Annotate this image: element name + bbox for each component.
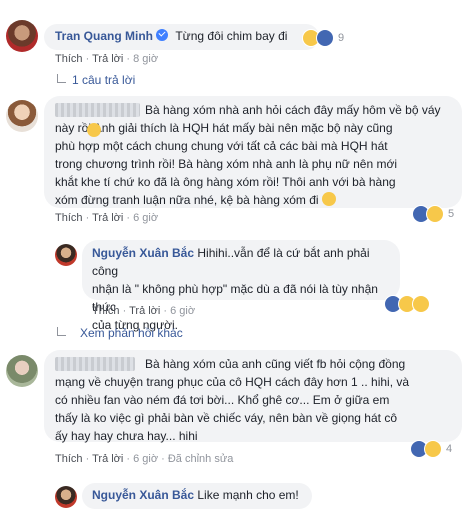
comment-actions: Thích · Trả lời · 8 giờ (55, 53, 159, 65)
reactions[interactable] (384, 295, 430, 313)
reaction-count: 5 (448, 208, 455, 220)
reactions[interactable]: 5 (412, 205, 454, 223)
reply-actions: Thích · Trả lời · 6 giờ (92, 305, 196, 317)
reply-link[interactable]: Trả lời (92, 453, 123, 465)
timestamp[interactable]: 6 giờ (133, 453, 158, 465)
like-link[interactable]: Thích (92, 305, 120, 317)
like-link[interactable]: Thích (55, 453, 83, 465)
like-reaction-icon (316, 29, 334, 47)
comment-text: Bà hàng xóm nhà anh hỏi cách đây mấy hôm… (55, 103, 441, 207)
author-name[interactable]: Nguyễn Xuân Bắc (92, 246, 194, 260)
reactions[interactable]: 9 (302, 29, 344, 47)
timestamp[interactable]: 6 giờ (133, 212, 158, 224)
reply-text: Nguyễn Xuân Bắc Like mạnh cho em! (92, 488, 299, 502)
reply-link[interactable]: Trả lời (92, 53, 123, 65)
comment-header: Tran Quang Minh Từng đôi chim bay đi (55, 29, 287, 43)
reaction-count: 9 (338, 32, 345, 44)
avatar[interactable] (6, 355, 38, 387)
avatar[interactable] (55, 244, 77, 266)
timestamp[interactable]: 8 giờ (133, 53, 158, 65)
comment-text: Từng đôi chim bay đi (175, 29, 288, 43)
haha-reaction-icon (426, 205, 444, 223)
reply-text: Nguyễn Xuân Bắc Hihihi..vẫn để là cứ bắt… (92, 246, 378, 332)
reactions[interactable]: 4 (410, 440, 452, 458)
wow-reaction-icon (412, 295, 430, 313)
laughing-emoji-icon (321, 192, 336, 206)
like-link[interactable]: Thích (55, 53, 83, 65)
view-more-replies-link[interactable]: Xem phản hồi khác (80, 326, 183, 340)
reply-link[interactable]: Trả lời (129, 305, 160, 317)
author-name[interactable]: Tran Quang Minh (55, 29, 153, 43)
reply-arrow-icon (57, 74, 66, 83)
like-link[interactable]: Thích (55, 212, 83, 224)
laughing-emoji-icon (87, 123, 101, 137)
reply-link[interactable]: Trả lời (92, 212, 123, 224)
edited-label[interactable]: Đã chỉnh sửa (168, 453, 233, 465)
comment-text: Bà hàng xóm của anh cũng viết fb hỏi cộn… (55, 357, 410, 443)
comment-actions: Thích · Trả lời · 6 giờ · Đã chỉnh sửa (55, 453, 234, 465)
haha-reaction-icon (424, 440, 442, 458)
comment-actions: Thích · Trả lời · 6 giờ (55, 212, 159, 224)
reply-arrow-icon (57, 327, 66, 336)
avatar[interactable] (6, 20, 38, 52)
avatar[interactable] (55, 486, 77, 508)
author-name[interactable]: Nguyễn Xuân Bắc (92, 488, 194, 502)
view-replies-link[interactable]: 1 câu trả lời (72, 73, 135, 87)
verified-badge-icon (156, 29, 168, 41)
timestamp[interactable]: 6 giờ (170, 305, 195, 317)
reaction-count: 4 (446, 443, 453, 455)
avatar[interactable] (6, 100, 38, 132)
